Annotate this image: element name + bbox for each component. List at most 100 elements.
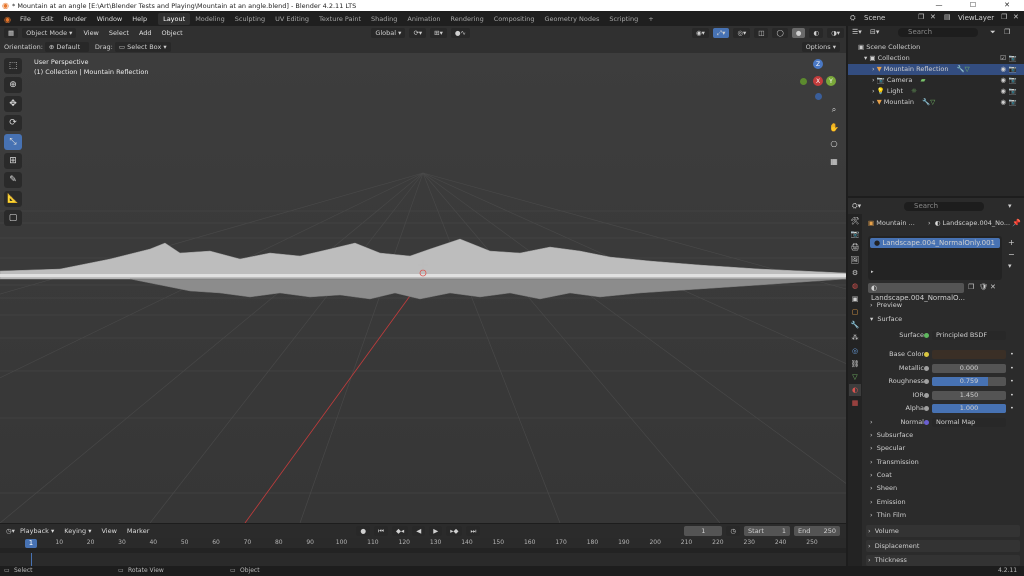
zoom-icon[interactable]: ⌕ xyxy=(827,103,841,117)
add-slot-icon[interactable]: + xyxy=(1008,238,1015,247)
menu-window[interactable]: Window xyxy=(92,15,128,23)
checkbox-icon[interactable]: ☑ xyxy=(1000,53,1006,64)
roughness-slider[interactable]: 0.759 xyxy=(932,377,1006,386)
editor-type-icon[interactable]: ▦ xyxy=(4,28,19,38)
alpha-slider[interactable]: 1.000 xyxy=(932,404,1006,413)
outliner-item-camera[interactable]: › 📷 Camera ▰ ◉ 📷 xyxy=(848,75,1024,86)
scene-tab-icon[interactable]: ⚙ xyxy=(849,267,861,279)
close-icon[interactable]: ✕ xyxy=(930,13,936,21)
menu-add[interactable]: Add xyxy=(134,29,157,37)
pivot-icon[interactable]: ⟳▾ xyxy=(409,28,427,38)
rotate-tool-icon[interactable]: ⟳ xyxy=(4,115,22,131)
modifier-tab-icon[interactable]: 🔧 xyxy=(849,319,861,331)
world-tab-icon[interactable]: ◍ xyxy=(849,280,861,292)
maximize-button[interactable]: ☐ xyxy=(956,0,990,11)
fake-user-icon[interactable]: 🛡 xyxy=(979,283,988,291)
end-frame-field[interactable]: End 250 xyxy=(794,526,841,536)
outliner-item-mountain[interactable]: › ▼ Mountain 🔧▽ ◉ 📷 xyxy=(848,97,1024,108)
gizmo-z-axis[interactable]: Z xyxy=(813,59,823,69)
new-collection-icon[interactable]: ❐ xyxy=(1004,28,1010,36)
properties-search-input[interactable]: Search xyxy=(904,202,984,211)
minimize-button[interactable]: — xyxy=(922,0,956,11)
add-workspace-button[interactable]: + xyxy=(643,13,658,25)
camera-icon[interactable]: 📷 xyxy=(1009,53,1017,64)
data-tab-icon[interactable]: ▽ xyxy=(849,371,861,383)
output-tab-icon[interactable]: 🖨 xyxy=(849,241,861,253)
scale-tool-icon[interactable]: ⤡ xyxy=(4,134,22,150)
tab-sculpting[interactable]: Sculpting xyxy=(230,13,270,25)
menu-view[interactable]: View xyxy=(78,29,103,37)
filter-view-icon[interactable]: ⊟▾ xyxy=(870,28,879,36)
menu-object[interactable]: Object xyxy=(157,29,188,37)
outliner-collection[interactable]: ▾ ▣ Collection ☑ 📷 xyxy=(848,53,1024,64)
mode-selector[interactable]: Object Mode ▾ xyxy=(22,28,77,38)
camera-icon[interactable]: 📷 xyxy=(1009,75,1017,86)
prev-keyframe-icon[interactable]: ◆◂ xyxy=(391,526,409,536)
ior-field[interactable]: 1.450 xyxy=(932,391,1006,400)
texture-tab-icon[interactable]: ▦ xyxy=(849,397,861,409)
shading-material-icon[interactable]: ◐ xyxy=(809,28,824,38)
move-tool-icon[interactable]: ✥ xyxy=(4,96,22,112)
record-icon[interactable]: ● xyxy=(356,526,371,536)
add-cube-tool-icon[interactable]: ▢ xyxy=(4,210,22,226)
outliner-root[interactable]: ▣ Scene Collection xyxy=(848,42,1024,53)
gizmo-neg-z[interactable] xyxy=(815,93,822,100)
blender-menu-icon[interactable]: ◉ xyxy=(0,15,15,24)
playhead[interactable]: 1 xyxy=(25,539,37,548)
section-coat[interactable]: › Coat xyxy=(870,470,892,481)
xray-icon[interactable]: ◫ xyxy=(754,28,769,38)
play-reverse-icon[interactable]: ◀ xyxy=(412,526,426,536)
section-surface[interactable]: ▾ Surface xyxy=(870,314,902,325)
surface-shader-field[interactable]: Principled BSDF xyxy=(932,331,1006,340)
cursor-tool-icon[interactable]: ⊕ xyxy=(4,77,22,93)
metallic-field[interactable]: 0.000 xyxy=(932,364,1006,373)
keyframe-dot-icon[interactable]: • xyxy=(1010,376,1014,387)
copy-icon[interactable]: ❐ xyxy=(918,13,924,21)
camera-icon[interactable]: 📷 xyxy=(1009,64,1017,75)
scene-name[interactable]: Scene xyxy=(864,14,885,22)
annotate-tool-icon[interactable]: ✎ xyxy=(4,172,22,188)
camera-view-icon[interactable]: ⎔ xyxy=(827,137,841,151)
menu-marker[interactable]: Marker xyxy=(122,527,154,535)
slot-menu-icon[interactable]: ▾ xyxy=(1008,262,1012,270)
pin-icon[interactable]: 📌 xyxy=(1012,219,1021,227)
menu-select[interactable]: Select xyxy=(104,29,134,37)
normal-map-field[interactable]: Normal Map xyxy=(932,418,1006,427)
settings-icon[interactable]: ▾ xyxy=(1008,202,1012,210)
keyframe-dot-icon[interactable]: • xyxy=(1010,349,1014,360)
menu-render[interactable]: Render xyxy=(58,15,91,23)
proportional-edit-icon[interactable]: ●∿ xyxy=(450,28,470,38)
close-button[interactable]: ✕ xyxy=(990,0,1024,11)
keyframe-dot-icon[interactable]: • xyxy=(1010,390,1014,401)
tab-shading[interactable]: Shading xyxy=(366,13,402,25)
constraints-tab-icon[interactable]: ⛓ xyxy=(849,358,861,370)
camera-icon[interactable]: 📷 xyxy=(1009,97,1017,108)
expand-icon[interactable]: › xyxy=(870,417,873,428)
outliner-type-icon[interactable]: ☰▾ xyxy=(852,28,862,36)
filter-icon[interactable]: ⏷ xyxy=(990,28,996,37)
material-name-field[interactable]: ◐ Landscape.004_NormalO... xyxy=(868,283,965,302)
tab-animation[interactable]: Animation xyxy=(402,13,445,25)
material-tab-icon[interactable]: ◐ xyxy=(849,384,861,396)
preview-range-icon[interactable]: ◷ xyxy=(726,526,741,536)
section-sheen[interactable]: › Sheen xyxy=(870,483,897,494)
timeline-area[interactable]: 10 20 30 40 50 60 70 80 90 100 110 120 130 140 150 160 1… xyxy=(0,538,846,566)
menu-help[interactable]: Help xyxy=(127,15,152,23)
section-displacement[interactable]: › Displacement xyxy=(868,541,919,552)
section-thin-film[interactable]: › Thin Film xyxy=(870,510,906,521)
shading-wireframe-icon[interactable]: ◯ xyxy=(772,28,788,38)
options-button[interactable]: Options ▾ xyxy=(801,41,840,52)
duplicate-material-icon[interactable]: ❐ xyxy=(968,283,974,291)
perspective-grid-icon[interactable]: ▦ xyxy=(827,154,841,168)
next-keyframe-icon[interactable]: ▸◆ xyxy=(446,526,463,536)
unlink-material-icon[interactable]: ✕ xyxy=(990,283,996,291)
camera-icon[interactable]: 📷 xyxy=(1009,86,1017,97)
particles-tab-icon[interactable]: ⁂ xyxy=(849,332,861,344)
keyframe-dot-icon[interactable]: • xyxy=(1010,363,1014,374)
current-frame-field[interactable]: 1 xyxy=(684,526,723,536)
material-slot-item[interactable]: ● Landscape.004_NormalOnly.001 xyxy=(870,238,1000,248)
visibility-icon[interactable]: ◉▾ xyxy=(691,28,709,38)
outliner-search-input[interactable]: Search xyxy=(898,28,978,37)
material-slot-list[interactable]: ● Landscape.004_NormalOnly.001 ▸ xyxy=(868,236,1002,280)
gizmo-y-axis[interactable]: Y xyxy=(826,76,836,86)
